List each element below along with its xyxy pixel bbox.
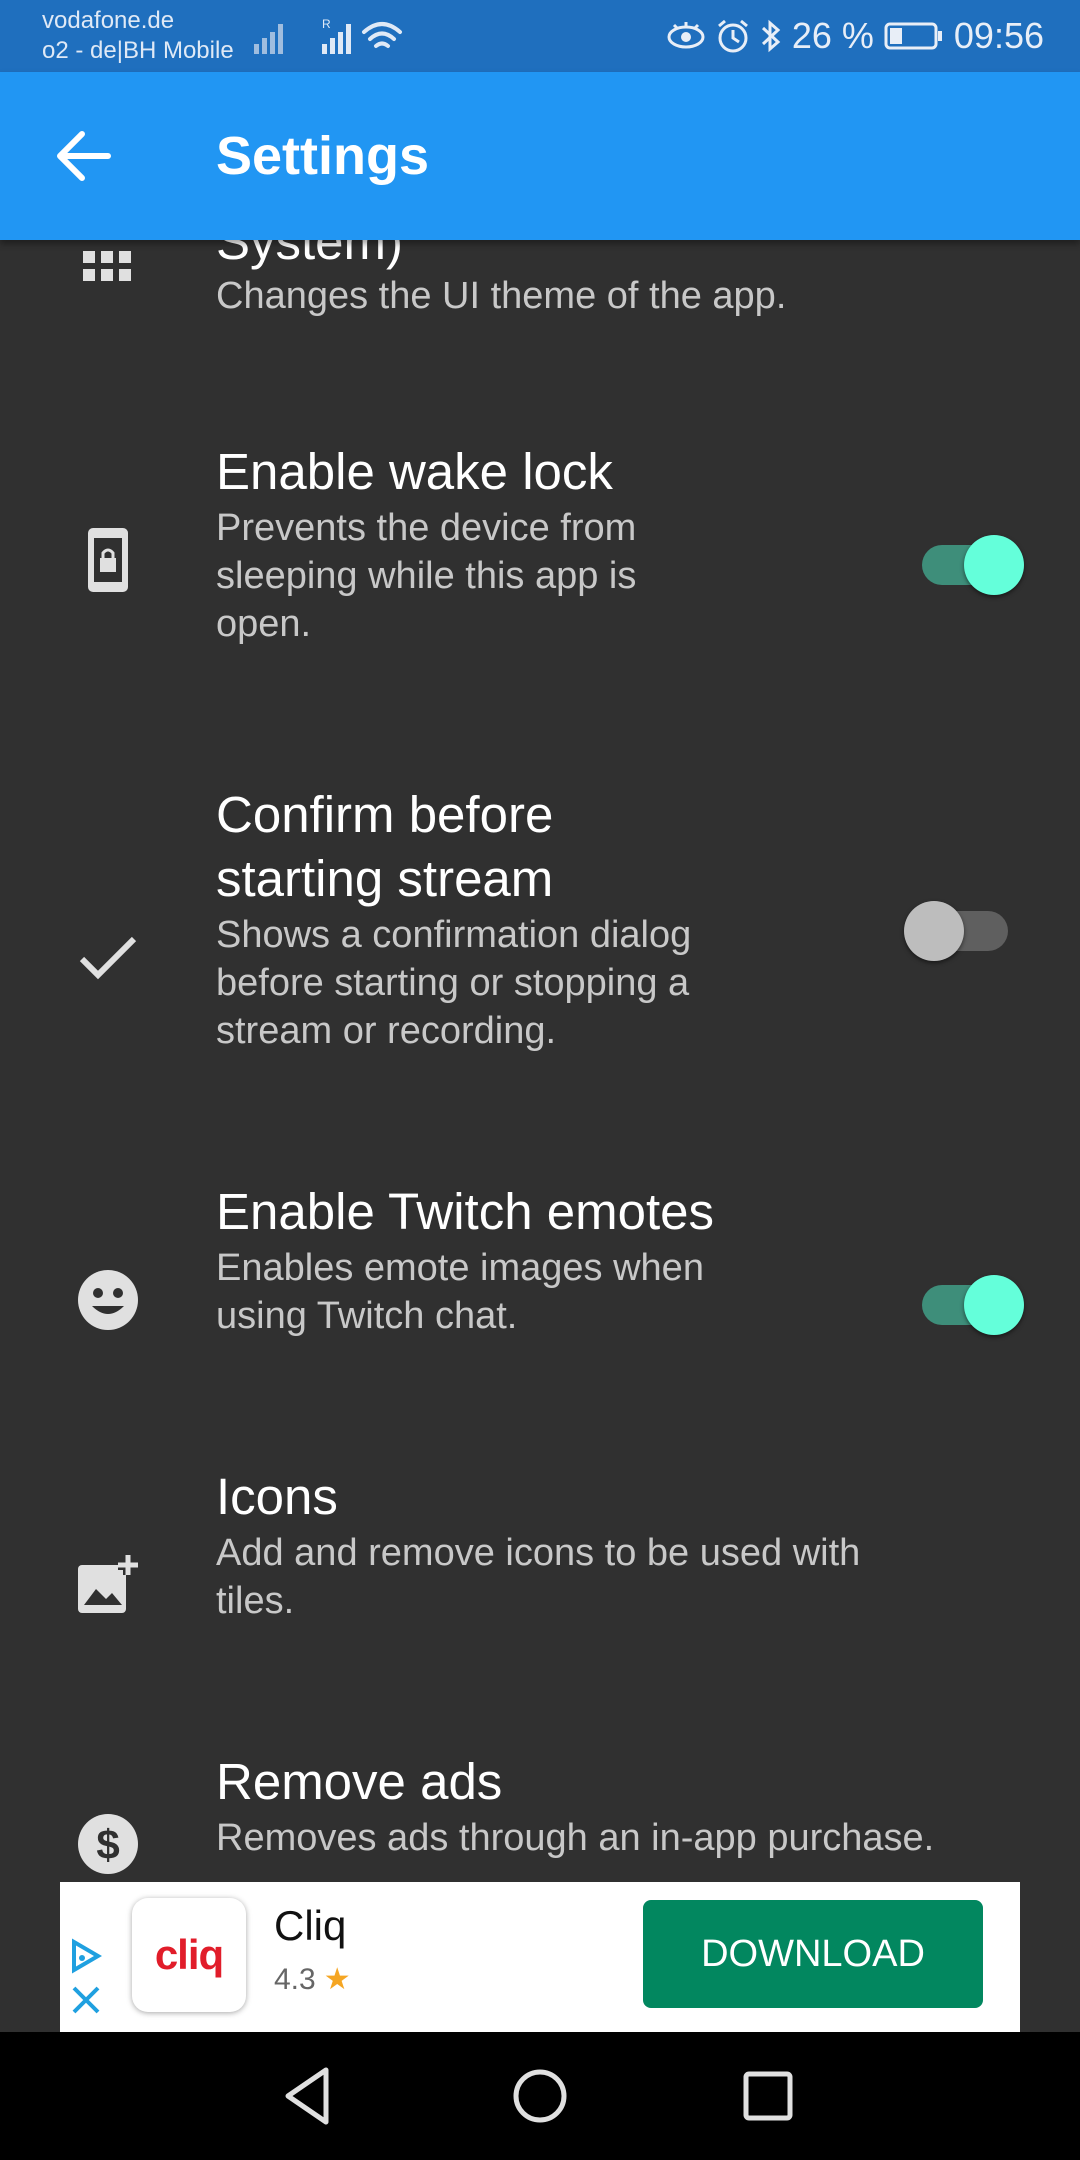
title-line: starting stream [216, 850, 554, 907]
setting-remove-ads[interactable]: $ Remove ads Removes ads through an in-a… [0, 1750, 1080, 1882]
setting-summary: Shows a confirmation dialog before start… [216, 911, 691, 1055]
summary-line: before starting or stopping a [216, 962, 690, 1004]
summary-line: open. [216, 603, 312, 645]
carrier-1: vodafone.de [42, 7, 175, 34]
cell-signal-icon: R [254, 17, 402, 54]
setting-summary: Add and remove icons to be used with til… [216, 1529, 860, 1625]
svg-text:$: $ [96, 1821, 119, 1868]
setting-summary: Enables emote images when using Twitch c… [216, 1244, 704, 1340]
ad-rating-value: 4.3 [274, 1962, 316, 1996]
summary-line: Prevents the device from [216, 507, 637, 549]
summary-line: Add and remove icons to be used with [216, 1532, 861, 1574]
star-icon: ★ [323, 1963, 351, 1996]
setting-twitch-emotes[interactable]: Enable Twitch emotes Enables emote image… [0, 1180, 1080, 1420]
ad-choices-icon[interactable] [68, 1938, 104, 1974]
battery-percent: 26 % [791, 15, 874, 56]
setting-confirm-stream[interactable]: Confirm before starting stream Shows a c… [0, 783, 1080, 1123]
bluetooth-icon [761, 19, 781, 53]
confirm-stream-switch[interactable] [904, 891, 1014, 961]
setting-title: Remove ads [216, 1753, 503, 1810]
setting-summary: Changes the UI theme of the app. [216, 275, 787, 317]
setting-title: System) [216, 240, 404, 270]
check-icon [72, 921, 144, 993]
ad-banner[interactable]: cliq Cliq 4.3 ★ DOWNLOAD [60, 1882, 1020, 2032]
ad-close-icon[interactable] [68, 1982, 104, 2018]
clock: 09:56 [953, 15, 1044, 56]
switch-thumb [964, 1275, 1024, 1335]
carrier-info: vodafone.de o2 - de|BH Mobile [42, 6, 234, 66]
signal-icons: R [252, 14, 412, 63]
nav-home-icon[interactable] [506, 2062, 574, 2130]
arrow-back-icon [57, 131, 111, 181]
wake-lock-switch[interactable] [914, 525, 1024, 595]
ad-download-button[interactable]: DOWNLOAD [643, 1900, 983, 2008]
summary-line: stream or recording. [216, 1010, 557, 1052]
navigation-bar [0, 2032, 1080, 2160]
wake-lock-icon [72, 524, 144, 596]
switch-thumb [964, 535, 1024, 595]
switch-thumb [904, 901, 964, 961]
setting-title: Enable wake lock [216, 443, 613, 500]
settings-list: System) Changes the UI theme of the app.… [0, 240, 1080, 1882]
ad-rating: 4.3 ★ [274, 1962, 351, 1997]
page-title: Settings [216, 126, 430, 186]
setting-title: Icons [216, 1468, 338, 1525]
nav-recents-icon[interactable] [734, 2062, 802, 2130]
ad-app-icon[interactable]: cliq [132, 1898, 246, 2012]
eye-comfort-icon [667, 22, 705, 49]
summary-line: Shows a confirmation dialog [216, 914, 692, 956]
setting-icons[interactable]: Icons Add and remove icons to be used wi… [0, 1465, 1080, 1705]
setting-wake-lock[interactable]: Enable wake lock Prevents the device fro… [0, 440, 1080, 730]
nav-back-icon[interactable] [274, 2062, 342, 2130]
summary-line: tiles. [216, 1580, 295, 1622]
status-right: 26 % 09:56 [666, 12, 1044, 60]
dollar-icon: $ [72, 1808, 144, 1880]
add-photo-icon [72, 1549, 144, 1621]
back-button[interactable] [48, 124, 120, 188]
alarm-icon [717, 19, 748, 53]
carrier-2: o2 - de|BH Mobile [42, 37, 234, 64]
title-line: Confirm before [216, 786, 554, 843]
summary-line: sleeping while this app is [216, 555, 637, 597]
ad-app-logo: cliq [154, 1931, 224, 1978]
twitch-emotes-switch[interactable] [914, 1265, 1024, 1335]
emoticon-icon [72, 1264, 144, 1336]
setting-title: Enable Twitch emotes [216, 1183, 714, 1240]
setting-theme[interactable]: System) Changes the UI theme of the app. [0, 240, 1080, 350]
setting-summary: Prevents the device from sleeping while … [216, 504, 636, 648]
summary-line: Enables emote images when [216, 1247, 704, 1289]
svg-text:R: R [322, 17, 331, 31]
battery-icon [884, 22, 942, 50]
view-module-icon [72, 240, 144, 312]
ad-app-name: Cliq [274, 1902, 347, 1949]
summary-line: using Twitch chat. [216, 1295, 518, 1337]
app-bar: Settings [0, 72, 1080, 240]
setting-title: Confirm before starting stream [216, 783, 553, 911]
status-bar: vodafone.de o2 - de|BH Mobile R 26 % 09:… [0, 0, 1080, 72]
setting-summary: Removes ads through an in-app purchase. [216, 1817, 935, 1859]
